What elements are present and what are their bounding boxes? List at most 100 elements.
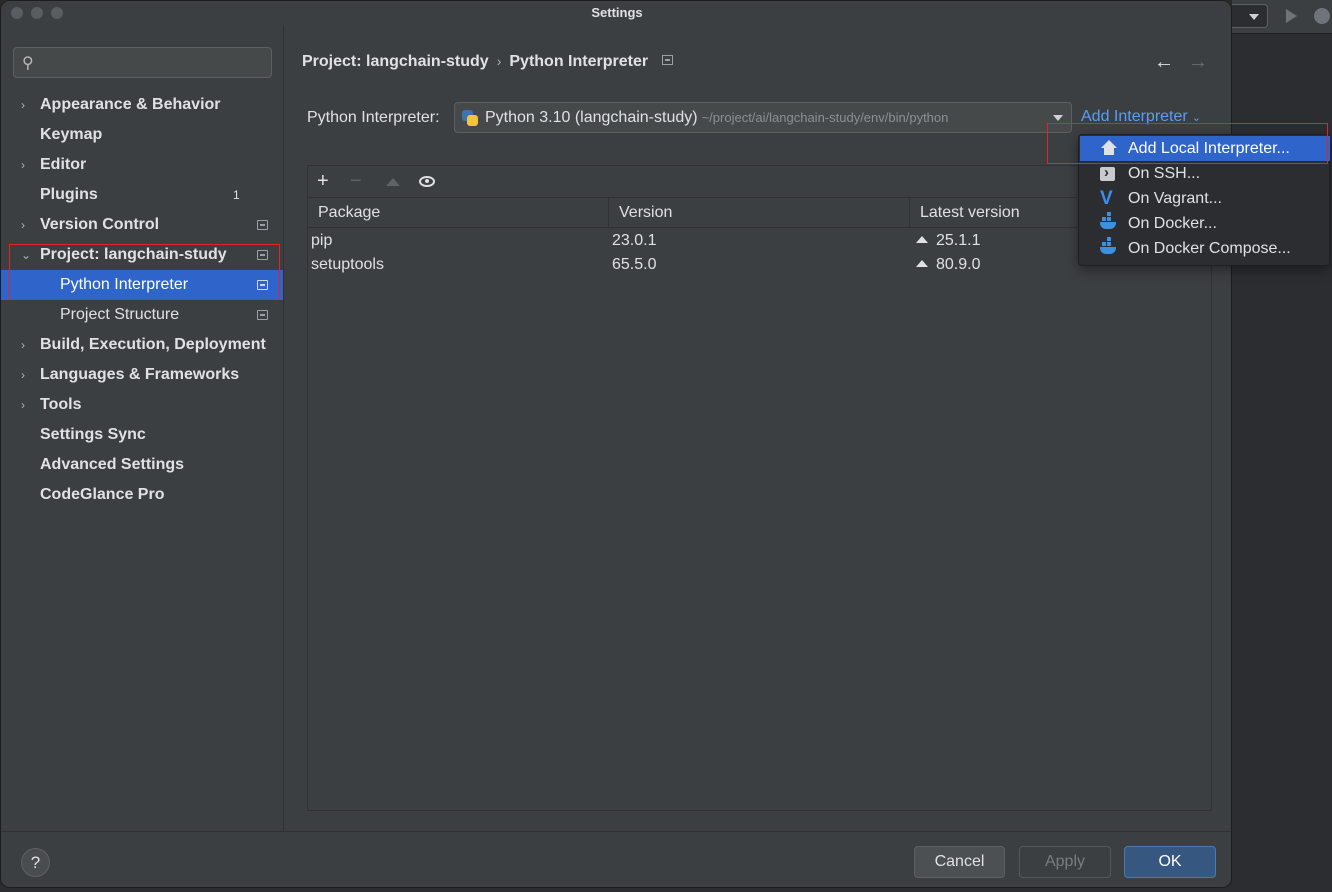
sidebar-item-project-structure[interactable]: Project Structure xyxy=(1,300,283,330)
sidebar-item-label: Editor xyxy=(40,156,87,173)
project-scope-icon xyxy=(662,55,674,65)
breadcrumb: Project: langchain-study › Python Interpre… xyxy=(302,53,674,71)
help-button[interactable]: ? xyxy=(21,848,50,877)
search-input[interactable] xyxy=(42,52,262,74)
sidebar-item-label: Project Structure xyxy=(60,306,180,323)
apply-button[interactable]: Apply xyxy=(1019,846,1111,878)
settings-sidebar: ⚲ › Appearance & Behavior Keymap › Edito… xyxy=(1,25,283,831)
chevron-right-icon[interactable]: › xyxy=(21,150,25,180)
chevron-down-icon[interactable]: ⌄ xyxy=(21,240,31,270)
window-title: Settings xyxy=(591,5,643,20)
sidebar-item-tools[interactable]: › Tools xyxy=(1,390,283,420)
sidebar-item-project[interactable]: ⌄ Project: langchain-study xyxy=(1,240,283,270)
chevron-right-icon[interactable]: › xyxy=(21,390,25,420)
sidebar-item-label: Keymap xyxy=(40,126,103,143)
sidebar-item-keymap[interactable]: Keymap xyxy=(1,120,283,150)
sidebar-item-label: Plugins xyxy=(40,186,98,203)
menu-item-add-local-interpreter[interactable]: Add Local Interpreter... xyxy=(1080,136,1330,161)
sidebar-item-advanced-settings[interactable]: Advanced Settings xyxy=(1,450,283,480)
interpreter-label: Python Interpreter: xyxy=(307,109,440,126)
docker-icon xyxy=(1100,212,1118,232)
title-bar: Settings xyxy=(1,1,1231,25)
column-header-package[interactable]: Package xyxy=(308,198,609,228)
debug-icon[interactable] xyxy=(1314,8,1330,24)
add-interpreter-link[interactable]: Add Interpreter ⌄ xyxy=(1081,108,1201,126)
chevron-down-icon xyxy=(1053,115,1063,121)
column-header-version[interactable]: Version xyxy=(609,198,910,228)
settings-search[interactable]: ⚲ xyxy=(13,47,272,78)
upgrade-available-icon xyxy=(916,260,928,267)
sidebar-item-label: Python Interpreter xyxy=(60,276,189,293)
menu-item-on-docker[interactable]: On Docker... xyxy=(1080,211,1330,236)
dialog-footer: ? Cancel Apply OK xyxy=(1,831,1231,887)
package-latest: 80.9.0 xyxy=(916,253,980,277)
sidebar-item-label: Version Control xyxy=(40,216,160,233)
table-row[interactable]: pip 23.0.1 25.1.1 xyxy=(308,229,1211,253)
forward-arrow-icon[interactable]: → xyxy=(1188,51,1208,74)
project-scope-icon xyxy=(257,280,268,290)
ok-button[interactable]: OK xyxy=(1124,846,1216,878)
chevron-down-icon: ⌄ xyxy=(1191,112,1201,124)
project-scope-icon xyxy=(257,220,268,230)
packages-table-header: Package Version Latest version xyxy=(308,198,1211,228)
package-version: 23.0.1 xyxy=(612,232,657,249)
interpreter-path: ~/project/ai/langchain-study/env/bin/pyt… xyxy=(701,110,949,125)
sidebar-item-appearance[interactable]: › Appearance & Behavior xyxy=(1,90,283,120)
package-latest: 25.1.1 xyxy=(916,229,980,253)
add-interpreter-menu: Add Local Interpreter... On SSH... V On … xyxy=(1078,134,1330,266)
interpreter-select[interactable]: Python 3.10 (langchain-study) ~/project/a… xyxy=(454,102,1072,133)
home-icon xyxy=(1100,140,1118,157)
sidebar-item-codeglance[interactable]: CodeGlance Pro xyxy=(1,480,283,510)
package-name: setuptools xyxy=(311,256,384,273)
ide-toolbar xyxy=(1232,0,1332,34)
upgrade-available-icon xyxy=(916,236,928,243)
breadcrumb-separator: › xyxy=(496,53,502,69)
project-scope-icon xyxy=(257,250,268,260)
chevron-right-icon[interactable]: › xyxy=(21,90,25,120)
sidebar-item-plugins[interactable]: Plugins 1 xyxy=(1,180,283,210)
upgrade-icon[interactable] xyxy=(386,178,400,186)
add-package-button[interactable]: + xyxy=(317,170,329,192)
chevron-right-icon[interactable]: › xyxy=(21,210,25,240)
sidebar-item-label: Project: langchain-study xyxy=(40,246,227,263)
interpreter-value: Python 3.10 (langchain-study) ~/project/a… xyxy=(485,109,949,126)
menu-item-on-docker-compose[interactable]: On Docker Compose... xyxy=(1080,236,1330,261)
terminal-icon xyxy=(1100,160,1115,185)
docker-icon xyxy=(1100,237,1118,257)
sidebar-item-settings-sync[interactable]: Settings Sync xyxy=(1,420,283,450)
project-scope-icon xyxy=(257,310,268,320)
vagrant-icon: V xyxy=(1100,188,1113,209)
sidebar-item-label: Advanced Settings xyxy=(40,456,185,473)
settings-dialog: Settings ⚲ › Appearance & Behavior Keyma… xyxy=(0,0,1232,888)
package-version: 65.5.0 xyxy=(612,256,657,273)
chevron-right-icon[interactable]: › xyxy=(21,330,25,360)
sidebar-item-label: Tools xyxy=(40,396,82,413)
plugins-update-badge: 1 xyxy=(233,188,240,202)
sidebar-item-label: Appearance & Behavior xyxy=(40,96,221,113)
chevron-right-icon[interactable]: › xyxy=(21,360,25,390)
eye-icon[interactable] xyxy=(419,176,435,187)
sidebar-item-languages[interactable]: › Languages & Frameworks xyxy=(1,360,283,390)
back-arrow-icon[interactable]: ← xyxy=(1154,51,1174,74)
chevron-down-icon xyxy=(1249,14,1259,20)
menu-item-on-ssh[interactable]: On SSH... xyxy=(1080,160,1330,186)
sidebar-item-label: Build, Execution, Deployment xyxy=(40,336,266,353)
cancel-button[interactable]: Cancel xyxy=(914,846,1005,878)
sidebar-item-python-interpreter[interactable]: Python Interpreter xyxy=(1,270,283,300)
search-icon: ⚲ xyxy=(22,55,34,72)
sidebar-item-version-control[interactable]: › Version Control xyxy=(1,210,283,240)
sidebar-item-build[interactable]: › Build, Execution, Deployment xyxy=(1,330,283,360)
table-row[interactable]: setuptools 65.5.0 80.9.0 xyxy=(308,253,1211,277)
remove-package-button[interactable]: − xyxy=(350,170,362,192)
packages-panel: + − Package Version Latest version pip 2… xyxy=(307,165,1212,811)
run-icon[interactable] xyxy=(1286,9,1297,23)
packages-toolbar: + − xyxy=(308,166,1211,198)
sidebar-item-label: Settings Sync xyxy=(40,426,146,443)
sidebar-item-editor[interactable]: › Editor xyxy=(1,150,283,180)
run-config-dropdown[interactable] xyxy=(1232,4,1268,28)
sidebar-item-label: Languages & Frameworks xyxy=(40,366,240,383)
sidebar-item-label: CodeGlance Pro xyxy=(40,486,165,503)
breadcrumb-parent[interactable]: Project: langchain-study xyxy=(302,53,489,70)
menu-item-on-vagrant[interactable]: V On Vagrant... xyxy=(1080,186,1330,211)
python-icon xyxy=(462,110,478,126)
